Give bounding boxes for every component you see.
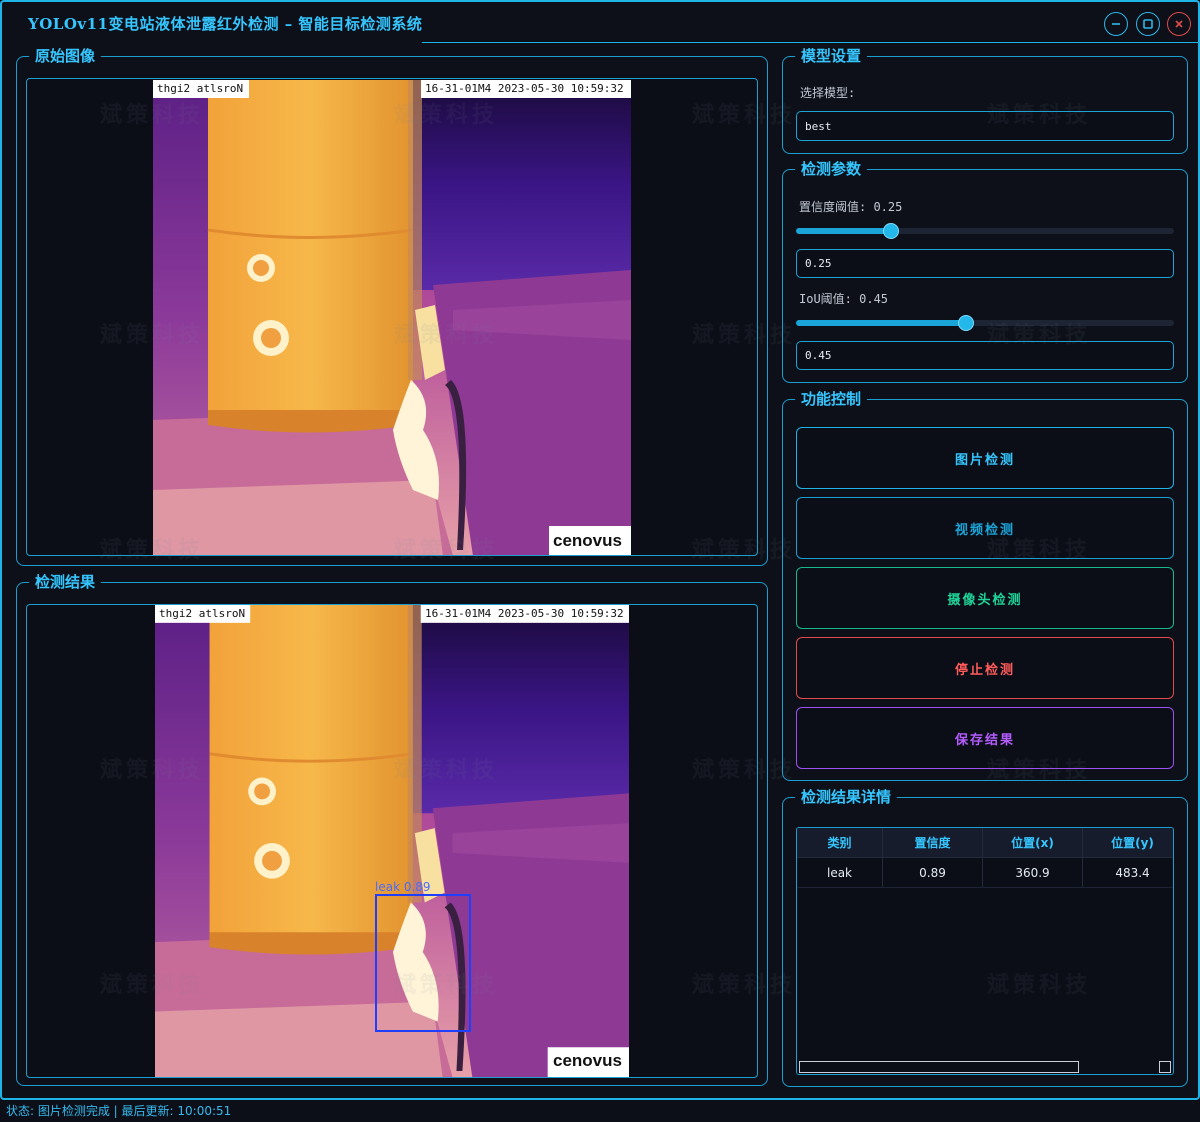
scrollbar-corner [1159,1061,1171,1073]
window-title: YOLOv11变电站液体泄露红外检测 – 智能目标检测系统 [28,15,423,33]
detection-params-title: 检测参数 [795,160,868,178]
close-button[interactable] [1167,12,1191,36]
close-icon [1175,20,1183,28]
iou-slider[interactable] [796,315,1174,331]
results-table: 类别 置信度 位置(x) 位置(y) leak 0.89 360.9 483.4 [796,827,1174,1075]
table-cell-x: 360.9 [983,858,1083,887]
image-overlay-label: thgi2 atlsroN [157,82,244,95]
video-detect-button[interactable]: 视频检测 [796,497,1174,559]
original-image-viewer: thgi2 atlsroN 16-31-01M4 2023-05-30 10:5… [26,78,758,556]
confidence-slider-fill [796,228,891,234]
model-select[interactable]: best [796,111,1174,141]
original-image-title: 原始图像 [29,47,102,65]
detection-box-label: leak 0.89 [375,880,431,894]
original-thermal-image [153,80,631,556]
title-bar: YOLOv11变电站液体泄露红外检测 – 智能目标检测系统 [2,2,1200,46]
table-cell-y: 483.4 [1083,858,1173,887]
result-image-logo: cenovus [553,1051,622,1070]
iou-slider-fill [796,320,967,326]
result-image-timestamp: 16-31-01M4 2023-05-30 10:59:32 [425,607,624,620]
column-header-confidence[interactable]: 置信度 [883,828,983,857]
result-image-title: 检测结果 [29,573,102,591]
iou-value: 0.45 [805,349,832,362]
iou-spinbox[interactable]: 0.45 [796,341,1174,370]
detection-bounding-box [375,894,471,1032]
app-window: YOLOv11变电站液体泄露红外检测 – 智能目标检测系统 原始图像 thgi2… [0,0,1200,1100]
column-header-x[interactable]: 位置(x) [983,828,1083,857]
save-results-button[interactable]: 保存结果 [796,707,1174,769]
function-controls-title: 功能控制 [795,390,868,408]
image-logo: cenovus [553,531,622,550]
iou-slider-handle[interactable] [958,315,975,331]
confidence-threshold-label: 置信度阈值: 0.25 [799,200,903,214]
model-select-label: 选择模型: [800,86,856,100]
table-cell-class: leak [797,858,883,887]
minimize-icon [1112,23,1120,25]
scrollbar-handle[interactable] [799,1061,1079,1073]
model-select-value: best [805,119,832,133]
results-details-title: 检测结果详情 [795,788,898,806]
column-header-y[interactable]: 位置(y) [1083,828,1173,857]
confidence-slider-handle[interactable] [882,223,899,239]
camera-detect-button[interactable]: 摄像头检测 [796,567,1174,629]
image-timestamp: 16-31-01M4 2023-05-30 10:59:32 [425,82,624,95]
result-image-overlay-label: thgi2 atlsroN [159,607,246,620]
results-table-header: 类别 置信度 位置(x) 位置(y) [797,828,1173,858]
confidence-slider[interactable] [796,223,1174,239]
iou-threshold-label: IoU阈值: 0.45 [799,292,889,306]
maximize-icon [1143,19,1153,29]
minimize-button[interactable] [1104,12,1128,36]
maximize-button[interactable] [1136,12,1160,36]
column-header-class[interactable]: 类别 [797,828,883,857]
model-settings-title: 模型设置 [795,47,868,65]
confidence-spinbox[interactable]: 0.25 [796,249,1174,278]
stop-detect-button[interactable]: 停止检测 [796,637,1174,699]
table-cell-confidence: 0.89 [883,858,983,887]
table-row[interactable]: leak 0.89 360.9 483.4 [797,858,1173,888]
status-bar: 状态: 图片检测完成 | 最后更新: 10:00:51 [0,1101,1200,1122]
confidence-value: 0.25 [805,257,832,270]
table-horizontal-scrollbar[interactable] [797,1060,1173,1074]
image-detect-button[interactable]: 图片检测 [796,427,1174,489]
title-divider [422,42,1200,43]
result-image-viewer: thgi2 atlsroN 16-31-01M4 2023-05-30 10:5… [26,604,758,1078]
